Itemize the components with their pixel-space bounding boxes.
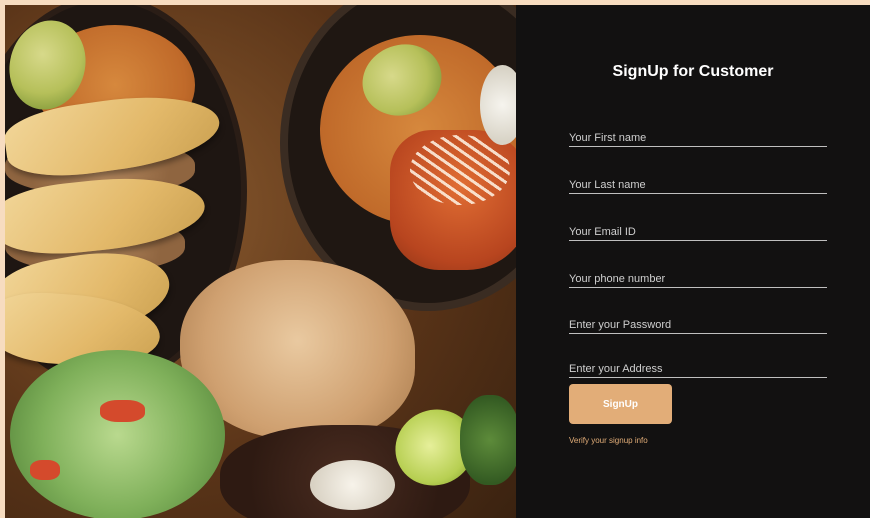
form-title: SignUp for Customer	[612, 63, 774, 80]
password-field-wrap	[569, 315, 827, 334]
signup-card: SignUp for Customer SignUp Verify your s…	[5, 5, 870, 518]
salad	[10, 350, 225, 518]
shredded-cheese	[410, 135, 510, 205]
last-name-field-wrap	[569, 175, 827, 194]
verify-signup-link[interactable]: Verify your signup info	[569, 436, 648, 445]
address-field-wrap	[569, 359, 827, 378]
password-input[interactable]	[569, 316, 827, 334]
herb-garnish	[460, 395, 516, 485]
first-name-input[interactable]	[569, 129, 827, 147]
sour-cream-dollop	[310, 460, 395, 510]
tomato-piece	[30, 460, 60, 480]
food-photo	[5, 5, 516, 518]
address-input[interactable]	[569, 360, 827, 378]
email-field-wrap	[569, 222, 827, 241]
tomato-piece	[100, 400, 145, 422]
first-name-field-wrap	[569, 128, 827, 147]
last-name-input[interactable]	[569, 176, 827, 194]
phone-input[interactable]	[569, 270, 827, 288]
signup-form-panel: SignUp for Customer SignUp Verify your s…	[516, 5, 870, 518]
signup-button[interactable]: SignUp	[569, 384, 672, 424]
email-input[interactable]	[569, 223, 827, 241]
phone-field-wrap	[569, 269, 827, 288]
